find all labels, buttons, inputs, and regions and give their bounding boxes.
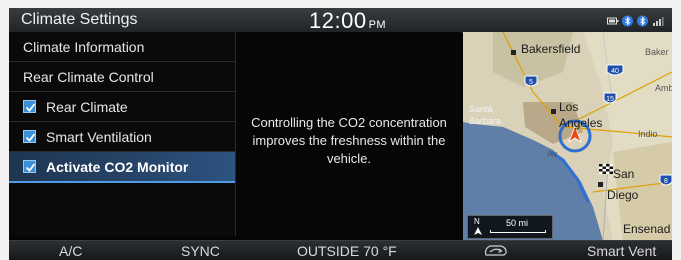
info-panel: Controlling the CO2 concentration improv… — [236, 32, 462, 236]
map-label-ensenada: Ensenad — [623, 222, 671, 236]
page-title: Climate Settings — [21, 11, 138, 28]
map-label-baker: Baker — [645, 47, 669, 57]
menu-item-label: Rear Climate — [46, 99, 128, 115]
battery-icon — [607, 14, 619, 26]
map-scale-bar — [490, 230, 546, 233]
menu-item-label: Smart Ventilation — [46, 129, 152, 145]
north-indicator: N — [474, 217, 480, 226]
sync-button[interactable]: SYNC — [181, 243, 220, 259]
settings-menu: Climate Information Rear Climate Control… — [9, 32, 236, 236]
highway-number: 8 — [664, 178, 668, 185]
signal-icon — [652, 14, 664, 26]
outside-temperature: OUTSIDE 70 °F — [297, 243, 397, 259]
menu-item-climate-information[interactable]: Climate Information — [9, 32, 235, 62]
checkbox-checked-icon[interactable] — [23, 130, 36, 143]
status-icons — [607, 14, 664, 27]
checkbox-checked-icon[interactable] — [23, 100, 36, 113]
menu-item-smart-ventilation[interactable]: Smart Ventilation — [9, 122, 235, 152]
map-label-santa: Santa — [469, 104, 493, 114]
checkbox-checked-icon[interactable] — [23, 160, 36, 173]
navigation-map[interactable]: Bakersfield Baker Amb Los Angeles Santa … — [463, 32, 672, 241]
smart-vent-button[interactable]: Smart Vent — [587, 243, 656, 259]
menu-item-label: Activate CO2 Monitor — [46, 159, 189, 175]
map-label-barbara: Barbara — [469, 116, 502, 126]
menu-item-label: Rear Climate Control — [23, 69, 154, 85]
climate-control-bar: A/C SYNC OUTSIDE 70 °F Smart Vent — [9, 240, 672, 260]
menu-item-rear-climate-control[interactable]: Rear Climate Control — [9, 62, 235, 92]
menu-item-label: Climate Information — [23, 39, 145, 55]
clock: 12:00 PM — [309, 8, 386, 34]
bluetooth-icon — [622, 14, 634, 27]
highway-shield-icon: 5 — [524, 75, 538, 87]
clock-time: 12:00 — [309, 8, 367, 33]
map-scale: N 50 mi — [467, 215, 553, 239]
clock-ampm: PM — [368, 19, 387, 31]
map-label-amb: Amb — [655, 83, 672, 93]
ac-button[interactable]: A/C — [59, 243, 82, 259]
highway-number: 5 — [529, 79, 533, 86]
map-label-indio: Indio — [638, 129, 658, 139]
info-description: Controlling the CO2 concentration improv… — [251, 115, 447, 166]
map-scale-label: 50 mi — [506, 218, 529, 228]
header-bar: Climate Settings 12:00 PM — [9, 8, 672, 33]
map-label-avalon: Av — [547, 149, 558, 159]
infotainment-screen: Climate Settings 12:00 PM Climate Informa… — [9, 8, 672, 260]
highway-shield-icon: 8 — [659, 174, 672, 186]
map-label-san: San — [613, 167, 635, 181]
menu-item-rear-climate[interactable]: Rear Climate — [9, 92, 235, 122]
air-recirculation-icon[interactable] — [483, 242, 509, 260]
map-label-bakersfield: Bakersfield — [521, 42, 581, 56]
map-label-diego: Diego — [607, 188, 639, 202]
highway-shield-icon: 40 — [606, 64, 624, 76]
north-arrow-icon — [474, 227, 482, 235]
highway-shield-icon: 15 — [603, 92, 617, 104]
highway-number: 15 — [606, 96, 614, 103]
map-label-los: Los — [559, 100, 579, 114]
phone-bluetooth-icon — [637, 14, 649, 27]
highway-number: 40 — [611, 68, 619, 75]
map-label-angeles: Angeles — [559, 116, 603, 130]
menu-item-activate-co2-monitor[interactable]: Activate CO2 Monitor — [9, 152, 235, 183]
